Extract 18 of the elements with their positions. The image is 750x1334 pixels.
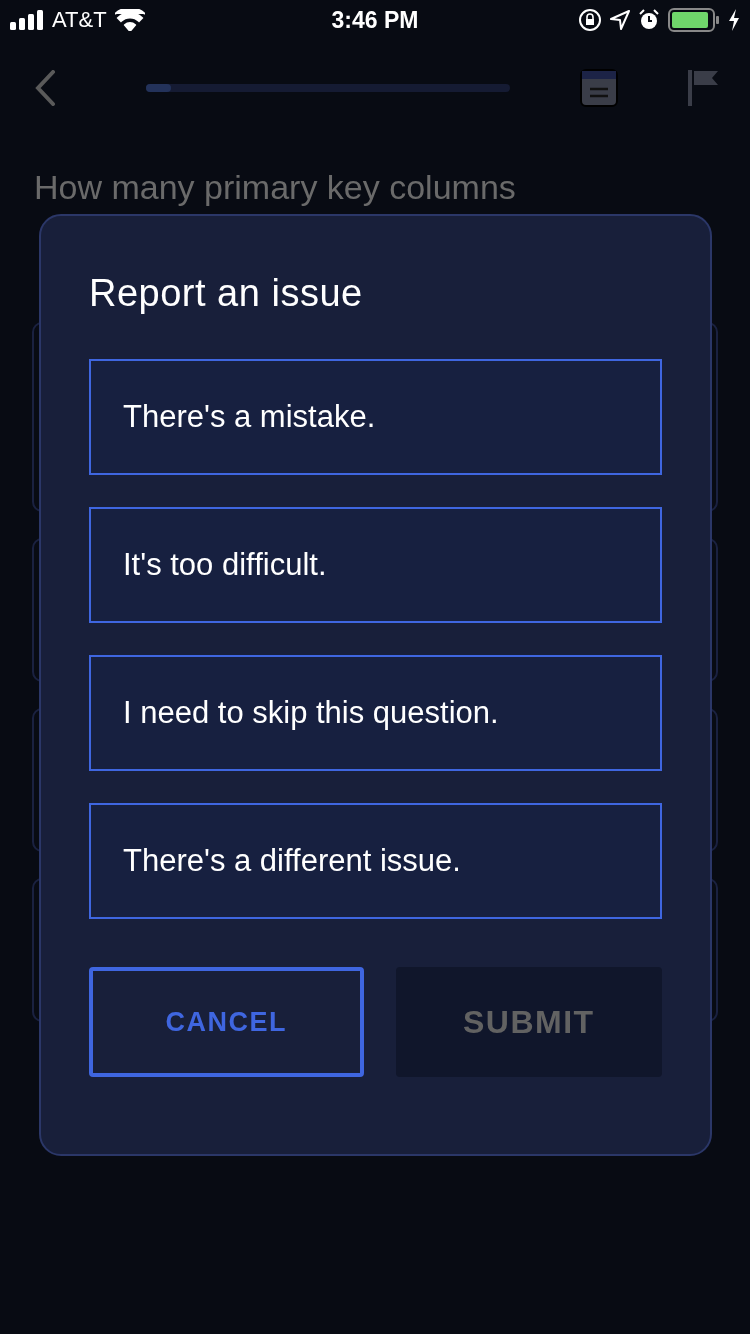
issue-option[interactable]: I need to skip this question. bbox=[89, 655, 662, 771]
carrier-label: AT&T bbox=[52, 7, 107, 33]
rotation-lock-icon bbox=[578, 8, 602, 32]
battery-icon bbox=[668, 8, 720, 32]
issue-option[interactable]: There's a mistake. bbox=[89, 359, 662, 475]
dialog-title: Report an issue bbox=[89, 272, 364, 315]
notes-icon[interactable] bbox=[580, 69, 618, 107]
alarm-icon bbox=[638, 9, 660, 31]
back-icon[interactable] bbox=[34, 70, 56, 106]
issue-option[interactable]: It's too difficult. bbox=[89, 507, 662, 623]
location-icon bbox=[610, 10, 630, 30]
issue-option[interactable]: There's a different issue. bbox=[89, 803, 662, 919]
signal-icon bbox=[10, 10, 44, 30]
wifi-icon bbox=[114, 9, 145, 31]
status-time: 3:46 PM bbox=[331, 6, 419, 34]
charging-icon bbox=[728, 9, 740, 31]
question-text: How many primary key columns bbox=[34, 167, 517, 208]
flag-icon[interactable] bbox=[688, 70, 720, 106]
